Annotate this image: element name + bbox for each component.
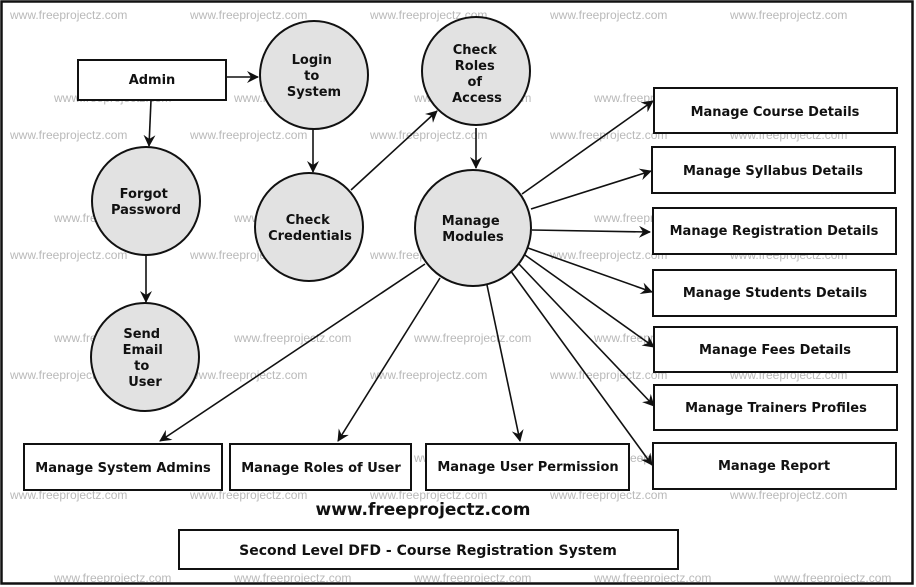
- entity-admin-label: Admin: [129, 73, 176, 88]
- flow-modules-to-registration: [531, 225, 651, 238]
- watermark-text: www.freeprojectz.com: [189, 128, 307, 142]
- watermark-text: www.freeprojectz.com: [369, 368, 487, 382]
- diagram-title-box: Second Level DFD - Course Registration S…: [178, 529, 679, 570]
- watermark-text: www.freeprojectz.com: [549, 368, 667, 382]
- flow-modules-to-course: [521, 100, 654, 195]
- website-label: www.freeprojectz.com: [316, 500, 531, 520]
- flow-modules-to-user-permission: [486, 284, 524, 442]
- entity-manage-trainers: Manage Trainers Profiles: [653, 384, 898, 431]
- entity-manage-system-admins-label: Manage System Admins: [35, 461, 211, 476]
- entity-manage-roles-label: Manage Roles of User: [241, 461, 401, 476]
- watermark-text: www.freeprojectz.com: [233, 331, 351, 345]
- watermark-text: www.freeprojectz.com: [9, 128, 127, 142]
- watermark-text: www.freeprojectz.com: [413, 331, 531, 345]
- entity-manage-system-admins: Manage System Admins: [23, 443, 223, 491]
- dfd-diagram: www.freeprojectz.com www.freeprojectz.com…: [0, 0, 914, 585]
- watermark-text: www.freeprojectz.com: [189, 368, 307, 382]
- flow-credentials-to-check-roles: [350, 110, 438, 191]
- entity-admin: Admin: [77, 59, 227, 101]
- watermark-text: www.freeprojectz.com: [729, 488, 847, 502]
- entity-manage-course: Manage Course Details: [653, 87, 898, 134]
- entity-manage-course-label: Manage Course Details: [691, 105, 860, 120]
- process-manage-modules-label: Manage Modules: [442, 214, 504, 245]
- watermark-text: www.freeprojectz.com: [549, 128, 667, 142]
- entity-manage-fees-label: Manage Fees Details: [699, 343, 851, 358]
- entity-manage-report-label: Manage Report: [718, 459, 830, 474]
- flow-modules-to-syllabus: [530, 168, 652, 210]
- process-check-credentials: Check Credentials: [254, 172, 364, 282]
- process-manage-modules: Manage Modules: [414, 169, 532, 287]
- entity-manage-syllabus: Manage Syllabus Details: [651, 146, 896, 194]
- entity-manage-permission-label: Manage User Permission: [437, 460, 618, 475]
- entity-manage-trainers-label: Manage Trainers Profiles: [685, 401, 867, 416]
- entity-manage-permission: Manage User Permission: [425, 443, 630, 491]
- watermark-text: www.freeprojectz.com: [189, 8, 307, 22]
- entity-manage-roles: Manage Roles of User: [229, 443, 412, 491]
- watermark-text: www.freeprojectz.com: [549, 248, 667, 262]
- watermark-text: www.freeprojectz.com: [9, 8, 127, 22]
- diagram-title: Second Level DFD - Course Registration S…: [239, 543, 617, 559]
- flow-modules-to-roles-of-user: [337, 277, 441, 442]
- entity-manage-students: Manage Students Details: [652, 269, 897, 317]
- process-forgot-password-label: Forgot Password: [111, 187, 181, 218]
- watermark-text: www.freeprojectz.com: [729, 8, 847, 22]
- entity-manage-syllabus-label: Manage Syllabus Details: [683, 164, 863, 179]
- entity-manage-registration-label: Manage Registration Details: [670, 224, 879, 239]
- entity-manage-students-label: Manage Students Details: [683, 286, 868, 301]
- process-check-roles: Check Roles of Access: [421, 16, 531, 126]
- process-forgot-password: Forgot Password: [91, 146, 201, 256]
- watermark-text: www.freeprojectz.com: [549, 8, 667, 22]
- flow-admin-to-forgot-password: [143, 99, 156, 147]
- process-login: Login to System: [259, 20, 369, 130]
- entity-manage-fees: Manage Fees Details: [653, 326, 898, 373]
- watermark-text: www.freeprojectz.com: [369, 128, 487, 142]
- flow-modules-to-fees: [524, 254, 655, 348]
- process-send-email: Send Email to User: [90, 302, 200, 412]
- entity-manage-registration: Manage Registration Details: [652, 207, 897, 255]
- entity-manage-report: Manage Report: [652, 442, 897, 490]
- watermark-text: www.freeprojectz.com: [9, 248, 127, 262]
